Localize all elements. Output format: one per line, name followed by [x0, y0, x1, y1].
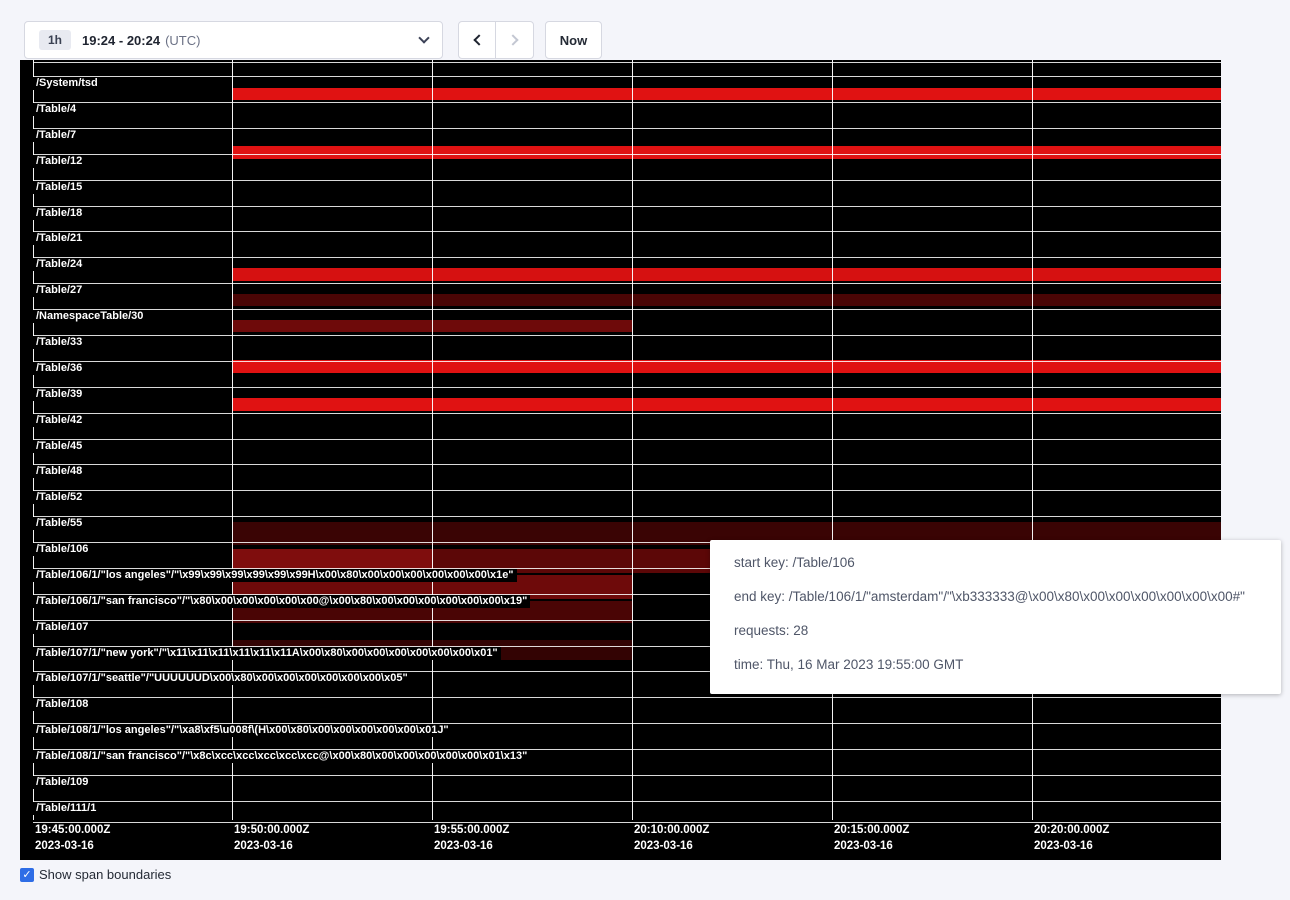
x-axis-date-label: 2023-03-16: [634, 840, 693, 852]
range-timezone: (UTC): [165, 33, 200, 48]
span-label: /Table/55: [33, 517, 85, 530]
span-boundary-line: [33, 439, 1221, 440]
span-boundary-line: [33, 822, 1221, 823]
time-nav-group: [458, 21, 534, 59]
x-axis-date-label: 2023-03-16: [35, 840, 94, 852]
heat-band: [232, 88, 1221, 100]
x-axis-time-label: 19:50:00.000Z: [234, 824, 309, 836]
span-boundary-line: [33, 231, 1221, 232]
span-boundary-line: [33, 775, 1221, 776]
span-boundary-line: [33, 257, 1221, 258]
range-duration-badge: 1h: [39, 30, 71, 50]
heat-band: [232, 268, 1221, 281]
span-boundary-line: [33, 387, 1221, 388]
span-boundary-line: [33, 180, 1221, 181]
span-boundary-line: [33, 283, 1221, 284]
span-label: /Table/109: [33, 776, 91, 789]
key-visualizer-canvas[interactable]: /System/tsd/Table/4/Table/7/Table/12/Tab…: [20, 60, 1221, 860]
time-gridline: [832, 60, 833, 820]
tooltip-end-key: end key: /Table/106/1/"amsterdam"/"\xb33…: [734, 580, 1257, 614]
tooltip-requests: requests: 28: [734, 614, 1257, 648]
span-boundary-line: [33, 102, 1221, 103]
x-axis-time-label: 20:20:00.000Z: [1034, 824, 1109, 836]
span-boundary-line: [33, 76, 1221, 77]
time-gridline: [432, 60, 433, 820]
heat-band: [232, 294, 1221, 306]
span-boundary-line: [33, 464, 1221, 465]
span-label: /Table/27: [33, 284, 85, 297]
span-boundary-line: [33, 697, 1221, 698]
span-label: /Table/106: [33, 543, 91, 556]
span-boundary-line: [33, 335, 1221, 336]
hover-tooltip: start key: /Table/106 end key: /Table/10…: [710, 540, 1281, 694]
prev-range-button[interactable]: [458, 21, 496, 59]
span-label: /Table/36: [33, 362, 85, 375]
span-label: /Table/33: [33, 336, 85, 349]
heat-band: [232, 146, 1221, 159]
span-boundary-line: [33, 309, 1221, 310]
show-span-boundaries-label: Show span boundaries: [39, 867, 171, 882]
x-axis-date-label: 2023-03-16: [434, 840, 493, 852]
x-axis-date-label: 2023-03-16: [234, 840, 293, 852]
time-range-select[interactable]: 1h 19:24 - 20:24 (UTC): [24, 21, 443, 59]
footer: ✓ Show span boundaries: [20, 867, 171, 882]
span-boundary-line: [33, 490, 1221, 491]
tooltip-time: time: Thu, 16 Mar 2023 19:55:00 GMT: [734, 648, 1257, 682]
check-icon: ✓: [22, 869, 31, 881]
span-label: /Table/18: [33, 207, 85, 220]
span-label: /Table/107/1/"new york"/"\x11\x11\x11\x1…: [33, 647, 501, 660]
span-label: /Table/106/1/"los angeles"/"\x99\x99\x99…: [33, 569, 517, 582]
span-boundary-line: [33, 62, 1221, 63]
span-label: /Table/107/1/"seattle"/"UUUUUUD\x00\x80\…: [33, 672, 411, 685]
span-label: /Table/12: [33, 155, 85, 168]
span-label: /Table/108: [33, 698, 91, 711]
span-label: /Table/111/1: [33, 802, 99, 815]
span-label: /Table/106/1/"san francisco"/"\x80\x00\x…: [33, 595, 530, 608]
span-label: /Table/24: [33, 258, 85, 271]
span-label: /Table/45: [33, 440, 85, 453]
span-label: /Table/15: [33, 181, 85, 194]
now-button[interactable]: Now: [545, 21, 602, 59]
span-label: /Table/4: [33, 103, 79, 116]
span-label: /Table/52: [33, 491, 85, 504]
tooltip-start-key: start key: /Table/106: [734, 546, 1257, 580]
span-boundary-line: [33, 128, 1221, 129]
show-span-boundaries-checkbox[interactable]: ✓: [20, 868, 34, 882]
chevron-down-icon: [418, 32, 429, 43]
span-label: /Table/7: [33, 129, 79, 142]
span-label: /Table/108/1/"san francisco"/"\x8c\xcc\x…: [33, 750, 530, 763]
span-label: /Table/107: [33, 621, 91, 634]
span-label: /Table/108/1/"los angeles"/"\xa8\xf5\u00…: [33, 724, 452, 737]
span-boundary-line: [33, 801, 1221, 802]
x-axis-time-label: 20:15:00.000Z: [834, 824, 909, 836]
time-gridline: [232, 60, 233, 820]
x-axis-time-label: 19:45:00.000Z: [35, 824, 110, 836]
span-boundary-line: [33, 206, 1221, 207]
span-label: /Table/48: [33, 465, 85, 478]
heat-band: [232, 398, 1221, 411]
chevron-left-icon: [473, 34, 484, 45]
x-axis-date-label: 2023-03-16: [834, 840, 893, 852]
span-label: /Table/39: [33, 388, 85, 401]
time-gridline: [632, 60, 633, 820]
span-label: /NamespaceTable/30: [33, 310, 146, 323]
next-range-button[interactable]: [496, 21, 534, 59]
time-gridline: [1032, 60, 1033, 820]
x-axis-date-label: 2023-03-16: [1034, 840, 1093, 852]
range-text: 19:24 - 20:24: [82, 33, 160, 48]
x-axis-time-label: 19:55:00.000Z: [434, 824, 509, 836]
x-axis-time-label: 20:10:00.000Z: [634, 824, 709, 836]
span-label: /System/tsd: [33, 77, 101, 90]
span-boundary-line: [33, 361, 1221, 362]
span-boundary-line: [33, 516, 1221, 517]
span-label: /Table/42: [33, 414, 85, 427]
chevron-right-icon: [507, 34, 518, 45]
span-boundary-line: [33, 154, 1221, 155]
span-boundary-line: [33, 413, 1221, 414]
span-label: /Table/21: [33, 232, 85, 245]
